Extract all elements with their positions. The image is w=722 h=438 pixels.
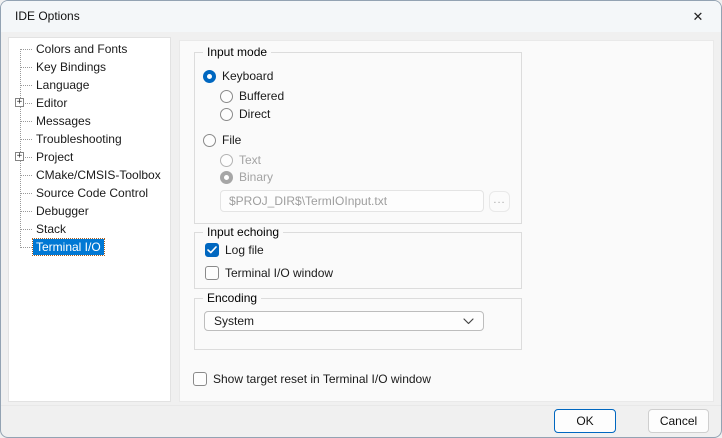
options-tree: Colors and Fonts Key Bindings Language +… xyxy=(8,37,171,402)
chevron-down-icon xyxy=(463,318,474,325)
sidebar-item-debugger[interactable]: Debugger xyxy=(9,202,170,220)
radio-text: Text xyxy=(220,152,261,168)
sidebar-item-label: Terminal I/O xyxy=(33,239,104,255)
radio-buffered[interactable]: Buffered xyxy=(220,88,284,104)
sidebar-item-label: Source Code Control xyxy=(33,185,151,201)
sidebar-item-label: Language xyxy=(33,77,92,93)
radio-label: Direct xyxy=(239,107,270,121)
tree-connector xyxy=(20,247,32,248)
checkbox-icon xyxy=(205,243,219,257)
input-file-path-field[interactable] xyxy=(220,190,484,212)
radio-file[interactable]: File xyxy=(203,132,241,148)
footer-separator xyxy=(1,405,721,406)
radio-label: File xyxy=(222,133,241,147)
sidebar-item-label: Stack xyxy=(33,221,69,237)
terminal-io-options-panel: Input mode Keyboard Buffered Direct File… xyxy=(179,40,714,402)
group-title: Input mode xyxy=(203,45,271,59)
radio-label: Keyboard xyxy=(222,69,273,83)
titlebar: IDE Options ✕ xyxy=(1,1,721,32)
tree-rows: Colors and Fonts Key Bindings Language +… xyxy=(9,40,170,256)
checkbox-log-file[interactable]: Log file xyxy=(205,242,264,258)
sidebar-item-language[interactable]: Language xyxy=(9,76,170,94)
radio-icon xyxy=(220,108,233,121)
sidebar-item-label: Key Bindings xyxy=(33,59,109,75)
ide-options-dialog: IDE Options ✕ Colors and Fonts Key Bindi… xyxy=(0,0,722,438)
encoding-group: Encoding System xyxy=(194,298,522,350)
sidebar-item-label: Project xyxy=(33,149,76,165)
sidebar-item-terminal-io[interactable]: Terminal I/O xyxy=(9,238,170,256)
checkbox-label: Terminal I/O window xyxy=(225,266,333,280)
checkbox-icon xyxy=(205,266,219,280)
radio-direct[interactable]: Direct xyxy=(220,106,270,122)
close-icon: ✕ xyxy=(693,9,704,25)
sidebar-item-stack[interactable]: Stack xyxy=(9,220,170,238)
tree-connector xyxy=(20,229,32,230)
radio-icon xyxy=(220,90,233,103)
sidebar-item-project[interactable]: + Project xyxy=(9,148,170,166)
checkbox-label: Log file xyxy=(225,243,264,257)
radio-label: Binary xyxy=(239,170,273,184)
ok-button[interactable]: OK xyxy=(554,409,616,433)
radio-label: Text xyxy=(239,153,261,167)
encoding-dropdown[interactable]: System xyxy=(204,311,484,331)
tree-connector xyxy=(20,67,32,68)
expand-icon[interactable]: + xyxy=(15,152,24,161)
radio-icon xyxy=(220,154,233,167)
sidebar-item-label: Troubleshooting xyxy=(33,131,125,147)
radio-icon xyxy=(203,134,216,147)
checkbox-terminal-io-window[interactable]: Terminal I/O window xyxy=(205,265,333,281)
encoding-dropdown-value: System xyxy=(214,314,254,328)
checkbox-icon xyxy=(193,372,207,386)
tree-connector xyxy=(20,85,32,86)
window-title: IDE Options xyxy=(15,1,80,32)
browse-button[interactable]: ... xyxy=(489,191,510,212)
check-icon xyxy=(207,246,217,254)
group-title: Input echoing xyxy=(203,225,283,239)
sidebar-item-label: Editor xyxy=(33,95,70,111)
tree-connector xyxy=(20,175,32,176)
radio-icon xyxy=(220,171,233,184)
sidebar-item-key-bindings[interactable]: Key Bindings xyxy=(9,58,170,76)
radio-label: Buffered xyxy=(239,89,284,103)
checkbox-show-target-reset[interactable]: Show target reset in Terminal I/O window xyxy=(193,371,431,387)
group-title: Encoding xyxy=(203,291,261,305)
expand-icon[interactable]: + xyxy=(15,98,24,107)
input-echoing-group: Input echoing Log file Terminal I/O wind… xyxy=(194,232,522,289)
close-button[interactable]: ✕ xyxy=(675,1,721,32)
sidebar-item-label: Debugger xyxy=(33,203,92,219)
tree-connector xyxy=(20,121,32,122)
sidebar-item-cmake-cmsis-toolbox[interactable]: CMake/CMSIS-Toolbox xyxy=(9,166,170,184)
sidebar-item-colors-and-fonts[interactable]: Colors and Fonts xyxy=(9,40,170,58)
sidebar-item-editor[interactable]: + Editor xyxy=(9,94,170,112)
sidebar-item-source-code-control[interactable]: Source Code Control xyxy=(9,184,170,202)
sidebar-item-messages[interactable]: Messages xyxy=(9,112,170,130)
tree-connector xyxy=(20,139,32,140)
sidebar-item-label: CMake/CMSIS-Toolbox xyxy=(33,167,164,183)
sidebar-item-label: Colors and Fonts xyxy=(33,41,130,57)
tree-connector xyxy=(20,211,32,212)
checkbox-label: Show target reset in Terminal I/O window xyxy=(213,372,431,386)
radio-binary: Binary xyxy=(220,169,273,185)
input-mode-group: Input mode Keyboard Buffered Direct File… xyxy=(194,52,522,224)
sidebar-item-troubleshooting[interactable]: Troubleshooting xyxy=(9,130,170,148)
cancel-button[interactable]: Cancel xyxy=(648,409,709,433)
sidebar-item-label: Messages xyxy=(33,113,94,129)
tree-connector xyxy=(20,49,32,50)
radio-icon xyxy=(203,70,216,83)
radio-keyboard[interactable]: Keyboard xyxy=(203,68,273,84)
tree-connector xyxy=(20,193,32,194)
